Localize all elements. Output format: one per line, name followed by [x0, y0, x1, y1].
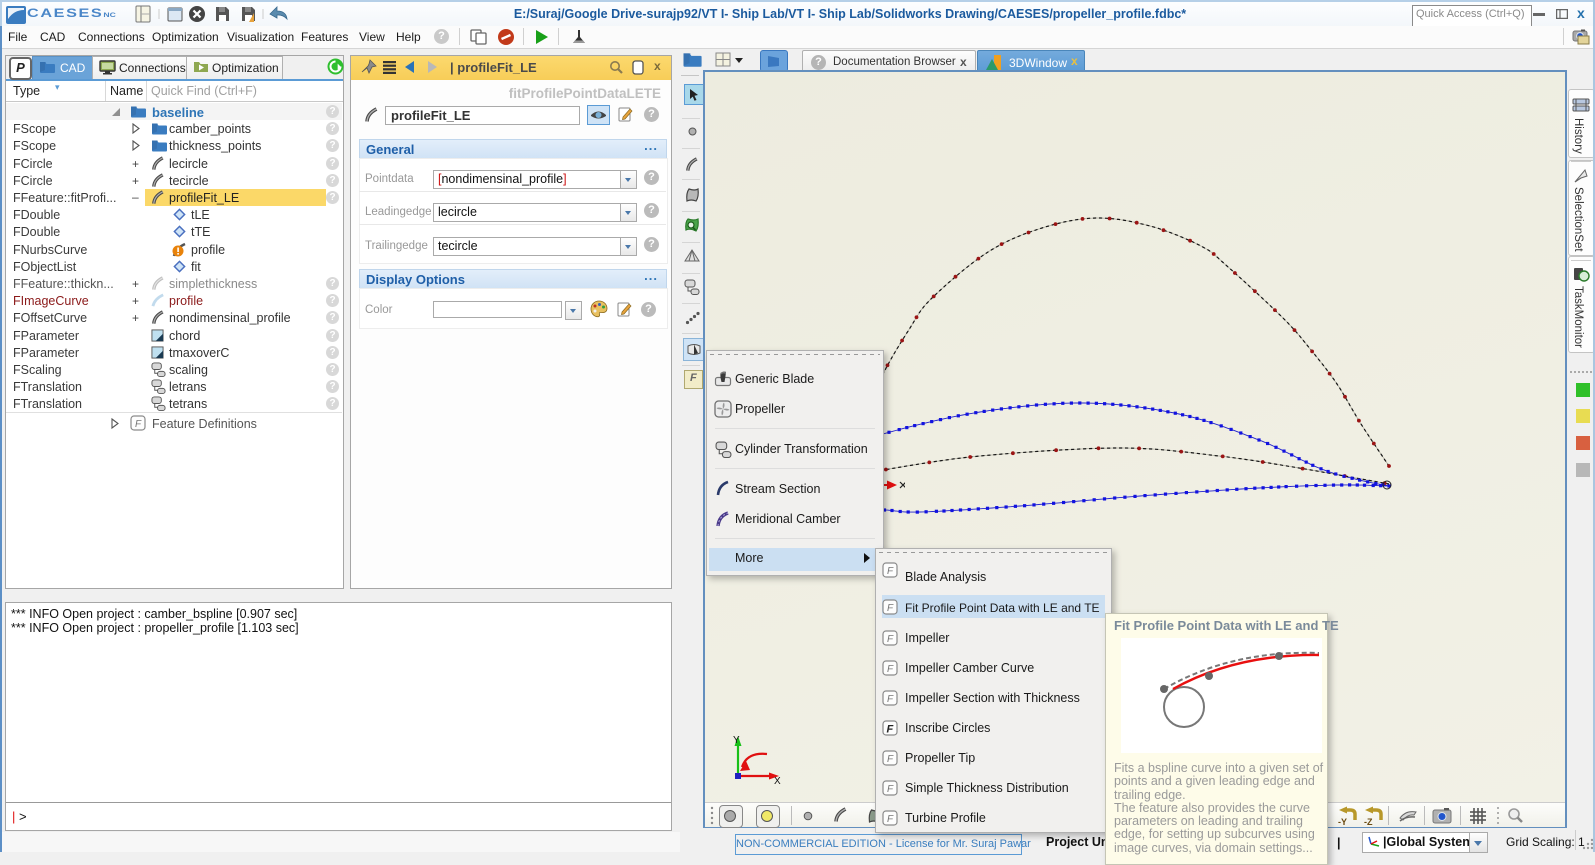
svg-text:Y: Y [733, 735, 740, 746]
svg-text:F: F [887, 724, 894, 736]
svg-text:-Y: -Y [1338, 817, 1347, 826]
svg-text:-Z: -Z [1364, 817, 1373, 826]
svg-text:X: X [774, 776, 781, 784]
